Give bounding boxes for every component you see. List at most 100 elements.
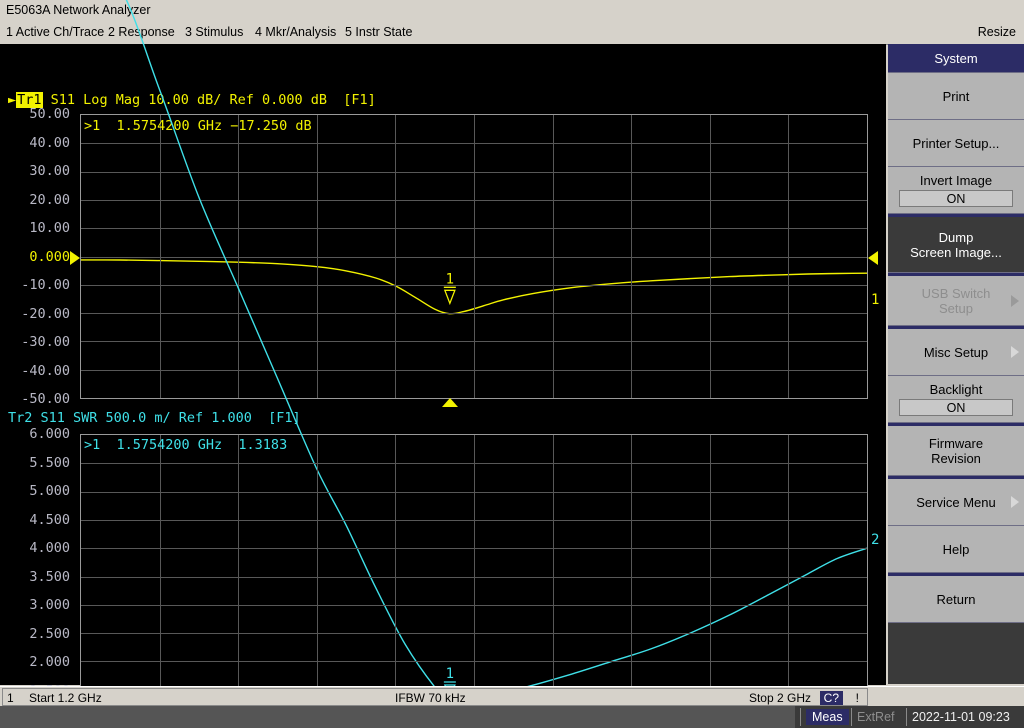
softkey-panel: System Print Printer Setup... Invert Image O…: [888, 44, 1024, 684]
trace1-ref-pointer-right: [868, 251, 878, 265]
softkey-label: Return: [936, 591, 976, 607]
status-bar: 1 Start 1.2 GHz IFBW 70 kHz Stop 2 GHz C…: [0, 686, 1024, 707]
status-divider-3: [906, 708, 907, 726]
y-axis-label: 3.000: [29, 597, 70, 613]
menu-bar: 1 Active Ch/Trace 2 Response 3 Stimulus …: [0, 22, 1024, 45]
softkey-label: Service Menu: [916, 494, 996, 510]
trace1-marker-triangle[interactable]: [442, 398, 458, 407]
gridline-vertical: [160, 435, 161, 718]
y-axis-label: 2.500: [29, 625, 70, 642]
softkey-invert-image[interactable]: Invert Image ON: [888, 167, 1024, 214]
y-axis-label: -50.00: [21, 391, 70, 407]
softkey-backlight[interactable]: Backlight ON: [888, 376, 1024, 423]
softkey-usb-switch-setup: USB Switch Setup: [888, 276, 1024, 326]
gridline-vertical: [160, 115, 161, 398]
stop-frequency[interactable]: Stop 2 GHz: [749, 691, 811, 705]
system-status-bar: Meas ExtRef 2022-11-01 09:23: [0, 706, 1024, 728]
cal-status-badge[interactable]: C?: [819, 691, 843, 705]
datetime-display: 2022-11-01 09:23: [912, 710, 1010, 724]
softkey-label: Misc Setup: [923, 344, 989, 360]
status-bar-left-filler: [0, 706, 795, 728]
softkey-label: Help: [942, 541, 970, 557]
trace1-graph[interactable]: 1: [80, 114, 868, 399]
marker-arrow-icon[interactable]: [443, 286, 456, 306]
ifbw-value[interactable]: IFBW 70 kHz: [395, 691, 466, 705]
alert-indicator: !: [855, 691, 859, 705]
softkey-label: Printer Setup...: [912, 135, 1000, 151]
softkey-printer-setup[interactable]: Printer Setup...: [888, 120, 1024, 167]
chevron-right-icon: [1011, 496, 1019, 508]
resize-label[interactable]: Resize: [978, 25, 1016, 39]
active-trace-arrow-icon: ►: [8, 92, 17, 108]
trace2-marker-readout: >1 1.5754200 GHz 1.3183: [84, 437, 288, 453]
trace1-edge-label: 1: [871, 292, 880, 308]
softkey-label: Print: [942, 88, 970, 104]
y-axis-label: -20.00: [21, 305, 70, 322]
softkey-label: Dump Screen Image...: [910, 229, 1002, 260]
start-frequency[interactable]: Start 1.2 GHz: [29, 691, 102, 705]
gridline-vertical: [788, 115, 789, 398]
softkey-return[interactable]: Return: [888, 576, 1024, 623]
trace2-badge[interactable]: Tr2: [8, 410, 32, 426]
title-bar: E5063A Network Analyzer: [0, 0, 1024, 22]
trace1-marker-readout: >1 1.5754200 GHz −17.250 dB: [84, 118, 312, 134]
softkey-help[interactable]: Help: [888, 526, 1024, 573]
trace2-header-text: S11 SWR 500.0 m/ Ref 1.000 [F1]: [40, 410, 301, 426]
y-axis-label: 2.000: [29, 654, 70, 670]
y-axis-label: 3.500: [29, 568, 70, 585]
gridline-vertical: [631, 435, 632, 718]
channel-status-frame: 1 Start 1.2 GHz IFBW 70 kHz Stop 2 GHz C…: [2, 688, 868, 706]
menu-item-active-ch-trace[interactable]: 1 Active Ch/Trace: [6, 25, 104, 39]
softkey-firmware-revision[interactable]: Firmware Revision: [888, 426, 1024, 476]
y-axis-label: 40.00: [29, 134, 70, 151]
gridline-vertical: [317, 435, 318, 718]
status-divider-1: [800, 708, 801, 726]
status-divider-2: [851, 708, 852, 726]
chevron-right-icon: [1011, 294, 1019, 307]
gridline-vertical: [238, 115, 239, 398]
y-axis-label: 50.00: [29, 106, 70, 122]
marker-number: 1: [446, 666, 454, 682]
gridline-vertical: [474, 435, 475, 718]
softkey-dump-screen-image[interactable]: Dump Screen Image...: [888, 217, 1024, 273]
gridline-vertical: [631, 115, 632, 398]
y-axis-label: 4.000: [29, 540, 70, 556]
trace2-header[interactable]: Tr2 S11 SWR 500.0 m/ Ref 1.000 [F1]: [8, 410, 301, 426]
y-axis-label: 30.00: [29, 163, 70, 179]
menu-item-instr-state[interactable]: 5 Instr State: [345, 25, 412, 39]
y-axis-label: 5.500: [29, 454, 70, 471]
y-axis-label: 6.000: [29, 426, 70, 442]
y-axis-label: -10.00: [21, 277, 70, 293]
y-axis-label: 10.00: [29, 220, 70, 236]
instrument-screen: ►Tr1 S11 Log Mag 10.00 dB/ Ref 0.000 dB …: [0, 0, 886, 727]
softkey-print[interactable]: Print: [888, 73, 1024, 120]
y-axis-label: -30.00: [21, 334, 70, 350]
meas-indicator: Meas: [806, 709, 849, 725]
network-analyzer-window: E5063A Network Analyzer 1 Active Ch/Trac…: [0, 0, 1024, 728]
softkey-value[interactable]: ON: [899, 190, 1013, 207]
menu-item-mkr-analysis[interactable]: 4 Mkr/Analysis: [255, 25, 336, 39]
gridline-vertical: [710, 435, 711, 718]
softkey-label: Invert Image: [919, 173, 993, 188]
trace1-header-text: S11 Log Mag 10.00 dB/ Ref 0.000 dB [F1]: [50, 92, 376, 108]
softkey-label: USB Switch Setup: [921, 285, 991, 316]
y-axis-label: 4.500: [29, 511, 70, 528]
gridline-vertical: [710, 115, 711, 398]
trace2-edge-label: 2: [871, 532, 880, 548]
gridline-vertical: [238, 435, 239, 718]
y-axis-label: 20.00: [29, 191, 70, 208]
gridline-vertical: [395, 115, 396, 398]
softkey-value[interactable]: ON: [899, 399, 1013, 416]
y-axis-label: 5.000: [29, 483, 70, 499]
y-axis-label: 0.000: [29, 248, 70, 265]
gridline-vertical: [553, 435, 554, 718]
softkey-label: Firmware Revision: [928, 435, 984, 466]
gridline-vertical: [395, 435, 396, 718]
softkey-menu-title: System: [888, 44, 1024, 73]
softkey-service-menu[interactable]: Service Menu: [888, 479, 1024, 526]
menu-item-stimulus[interactable]: 3 Stimulus: [185, 25, 243, 39]
trace2-graph[interactable]: 1: [80, 0, 868, 719]
extref-indicator: ExtRef: [857, 710, 895, 724]
softkey-misc-setup[interactable]: Misc Setup: [888, 329, 1024, 376]
y-axis-label: -40.00: [21, 362, 70, 379]
